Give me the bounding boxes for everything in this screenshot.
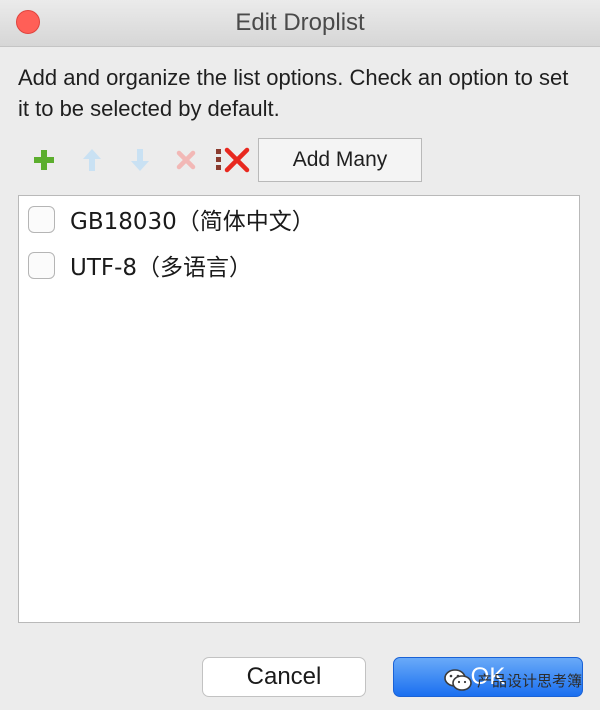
instructions-text: Add and organize the list options. Check…	[18, 65, 569, 121]
arrow-down-icon[interactable]	[124, 138, 156, 182]
cancel-button[interactable]: Cancel	[202, 657, 366, 697]
title-bar: Edit Droplist	[0, 0, 600, 47]
remove-icon[interactable]	[170, 138, 202, 182]
watermark-text: 产品设计思考簿	[477, 671, 583, 690]
default-checkbox[interactable]	[28, 205, 55, 233]
options-list[interactable]: GB18030（简体中文） UTF-8（多语言）	[18, 195, 580, 623]
list-item-label: GB18030（简体中文）	[70, 209, 315, 235]
list-item[interactable]: UTF-8（多语言）	[28, 248, 252, 282]
wechat-logo-icon	[444, 669, 472, 691]
remove-all-icon[interactable]	[214, 138, 252, 182]
list-item-label: UTF-8（多语言）	[70, 255, 253, 281]
plus-icon[interactable]	[28, 138, 60, 182]
default-checkbox[interactable]	[28, 251, 55, 279]
add-many-button[interactable]: Add Many	[258, 138, 422, 182]
edit-droplist-dialog: Edit Droplist Add and organize the list …	[0, 0, 600, 710]
list-item[interactable]: GB18030（简体中文）	[28, 202, 315, 236]
arrow-up-icon[interactable]	[76, 138, 108, 182]
watermark: 产品设计思考簿	[443, 664, 582, 696]
window-title: Edit Droplist	[235, 9, 365, 36]
